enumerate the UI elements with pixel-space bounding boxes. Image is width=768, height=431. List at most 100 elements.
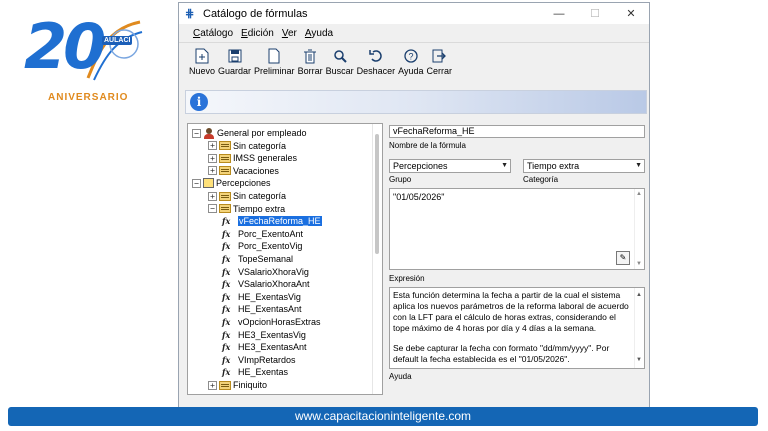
scroll-up-icon[interactable]: ▲ <box>636 290 642 301</box>
tree-node-label: HE3_ExentasAnt <box>238 342 307 353</box>
tree-node-label: Sin categoría <box>233 191 287 201</box>
expand-icon[interactable]: + <box>208 166 217 176</box>
formula-fx-icon: fx <box>222 329 231 340</box>
category-folder-icon <box>219 166 231 176</box>
expand-icon[interactable]: + <box>208 191 217 201</box>
tree-node[interactable]: + Sin categoría <box>208 190 286 202</box>
trash-icon <box>300 47 320 65</box>
tree-node[interactable]: fx VSalarioXhoraVig <box>222 266 309 278</box>
expression-text: "01/05/2026" <box>393 192 445 202</box>
window-title: Catálogo de fórmulas <box>203 7 308 20</box>
help-paragraph-2: Se debe capturar la fecha con formato "d… <box>393 343 610 364</box>
exit-icon <box>429 47 449 65</box>
percepciones-icon <box>203 178 214 189</box>
tree-node-label: VSalarioXhoraAnt <box>238 279 310 290</box>
tree-node[interactable]: fx HE_ExentasAnt <box>222 303 302 315</box>
collapse-icon[interactable]: − <box>192 178 201 188</box>
tree-node[interactable]: fx HE3_ExentasVig <box>222 329 306 341</box>
tree-node[interactable]: − Tiempo extra <box>208 203 285 215</box>
category-folder-icon <box>219 191 231 201</box>
help-scrollbar[interactable]: ▲ ▼ <box>634 288 644 368</box>
expand-icon[interactable]: + <box>208 153 217 163</box>
category-select-value: Tiempo extra <box>527 161 580 171</box>
tree-node[interactable]: fx HE_Exentas <box>222 366 288 378</box>
help-text-box[interactable]: Esta función determina la fecha a partir… <box>389 287 645 369</box>
tree-node-label: VSalarioXhoraVig <box>238 266 309 277</box>
tree-node[interactable]: fx vOpcionHorasExtras <box>222 316 321 328</box>
save-icon <box>225 47 245 65</box>
tree-node[interactable]: + Vacaciones <box>208 165 279 177</box>
collapse-icon[interactable]: − <box>192 128 201 138</box>
formula-detail-panel: vFechaReforma_HE Nombre de la fórmula Pe… <box>389 123 647 395</box>
delete-button[interactable]: Borrar <box>298 47 323 76</box>
save-button[interactable]: Guardar <box>218 47 251 76</box>
collapse-icon[interactable]: − <box>208 204 217 214</box>
tree-node[interactable]: fx vFechaReforma_HE <box>222 215 322 227</box>
scroll-down-icon[interactable]: ▼ <box>636 261 642 267</box>
close-form-button[interactable]: Cerrar <box>426 47 452 76</box>
title-bar[interactable]: ⋕ Catálogo de fórmulas — ☐ ✕ <box>179 3 649 24</box>
expand-icon[interactable]: + <box>208 141 217 151</box>
tree-scrollbar[interactable] <box>372 124 382 394</box>
formula-name-field[interactable]: vFechaReforma_HE <box>389 125 645 138</box>
tree-scroll-thumb[interactable] <box>375 134 379 254</box>
formula-fx-icon: fx <box>222 354 231 365</box>
help-button[interactable]: ? Ayuda <box>398 47 423 76</box>
logo-badge: AULACI <box>102 36 133 45</box>
formula-fx-icon: fx <box>222 254 231 264</box>
tree-node-label: VImpRetardos <box>238 354 296 365</box>
formula-editor-icon[interactable]: ✎ <box>616 251 630 265</box>
group-caption: Grupo <box>389 175 412 184</box>
tree-node[interactable]: + Sin categoría <box>208 140 286 152</box>
formula-fx-icon: fx <box>222 266 231 277</box>
maximize-button[interactable]: ☐ <box>577 3 613 24</box>
expression-scrollbar[interactable]: ▲ ▼ <box>634 189 644 269</box>
scroll-up-icon[interactable]: ▲ <box>636 191 642 197</box>
category-select[interactable]: Tiempo extra ▼ <box>523 159 645 173</box>
tree-node[interactable]: fx HE3_ExentasAnt <box>222 341 307 353</box>
close-button[interactable]: ✕ <box>613 3 649 24</box>
new-doc-icon <box>192 47 212 65</box>
tree-node-label: Porc_ExentoAnt <box>238 228 304 239</box>
menu-edicion[interactable]: Edición <box>241 28 274 39</box>
undo-button[interactable]: Deshacer <box>357 47 395 76</box>
category-folder-icon <box>219 153 231 163</box>
formula-tree[interactable]: − General por empleado + Sin categoría + IMSS… <box>187 123 383 395</box>
category-folder-icon <box>219 204 231 214</box>
toolbar: Nuevo Guardar Preliminar Borrar Buscar D… <box>179 43 649 85</box>
scroll-down-icon[interactable]: ▼ <box>636 355 642 366</box>
tree-node[interactable]: fx TopeSemanal <box>222 253 293 265</box>
minimize-button[interactable]: — <box>541 3 577 24</box>
tree-node[interactable]: − General por empleado <box>192 127 307 139</box>
tree-node[interactable]: − Percepciones <box>192 177 271 189</box>
formula-fx-icon: fx <box>222 216 231 227</box>
tree-node[interactable]: fx HE_ExentasVig <box>222 291 301 303</box>
formula-fx-icon: fx <box>222 279 231 290</box>
new-button[interactable]: Nuevo <box>189 47 215 76</box>
expression-editor[interactable]: "01/05/2026" ✎ ▲ ▼ <box>389 188 645 270</box>
tree-node[interactable]: fx VImpRetardos <box>222 354 296 366</box>
tree-node[interactable]: fx VSalarioXhoraAnt <box>222 278 310 290</box>
tree-node-label: HE_ExentasAnt <box>238 304 302 315</box>
menu-catalogo[interactable]: Catálogo <box>193 28 233 39</box>
tree-node-label: HE_Exentas <box>238 367 289 378</box>
preview-button[interactable]: Preliminar <box>254 47 295 76</box>
tree-node[interactable]: fx Porc_ExentoVig <box>222 240 302 252</box>
category-folder-icon <box>219 380 231 390</box>
search-icon <box>330 47 350 65</box>
chevron-down-icon[interactable]: ▼ <box>501 160 508 172</box>
formula-fx-icon: fx <box>222 342 231 353</box>
tree-node-label: vOpcionHorasExtras <box>238 317 321 327</box>
tree-node-label: Sin categoría <box>233 140 287 151</box>
tree-node[interactable]: + Finiquito <box>208 379 267 391</box>
group-select[interactable]: Percepciones ▼ <box>389 159 511 173</box>
expand-icon[interactable]: + <box>208 380 217 390</box>
screen: 20 AULACI ANIVERSARIO ⋕ Catálogo de fórm… <box>0 0 768 431</box>
chevron-down-icon[interactable]: ▼ <box>635 160 642 172</box>
search-button[interactable]: Buscar <box>326 47 354 76</box>
menu-ver[interactable]: Ver <box>282 28 297 39</box>
tree-node[interactable]: fx Porc_ExentoAnt <box>222 228 303 240</box>
menu-ayuda[interactable]: Ayuda <box>305 28 333 39</box>
tree-node[interactable]: + IMSS generales <box>208 152 297 164</box>
website-banner: www.capacitacioninteligente.com <box>8 407 758 426</box>
